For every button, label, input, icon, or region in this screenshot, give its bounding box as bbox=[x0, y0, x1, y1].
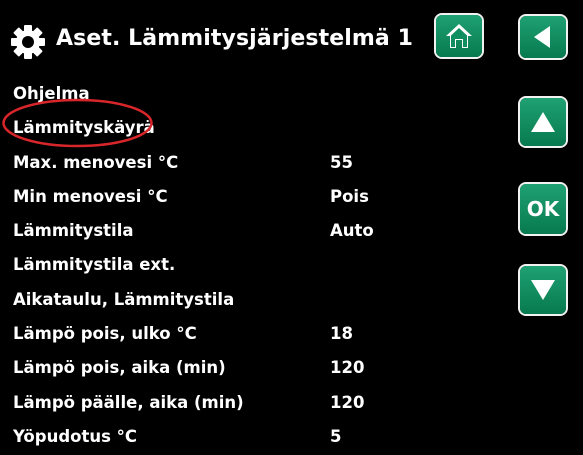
scroll-down-button[interactable] bbox=[520, 266, 566, 314]
home-icon bbox=[446, 24, 472, 48]
ok-label: OK bbox=[526, 197, 560, 221]
menu-item-lampo-paalle-aika[interactable]: Lämpö päälle, aika (min) 120 bbox=[0, 387, 510, 421]
page-title: Aset. Lämmitysjärjestelmä 1 bbox=[56, 26, 413, 51]
menu-item-aikataulu[interactable]: Aikataulu, Lämmitystila bbox=[0, 284, 510, 318]
menu-item-value: 120 bbox=[330, 358, 365, 378]
header-bar: Aset. Lämmitysjärjestelmä 1 bbox=[0, 0, 583, 78]
menu-item-value: 120 bbox=[330, 392, 365, 412]
menu-item-max-menovesi[interactable]: Max. menovesi °C 55 bbox=[0, 147, 510, 181]
menu-item-lampo-pois-ulko[interactable]: Lämpö pois, ulko °C 18 bbox=[0, 318, 510, 352]
menu-item-lammitystila-ext[interactable]: Lämmitystila ext. bbox=[0, 249, 510, 283]
menu-item-value: 18 bbox=[330, 324, 353, 344]
back-arrow-icon bbox=[534, 26, 550, 48]
menu-item-lammitystila[interactable]: Lämmitystila Auto bbox=[0, 215, 510, 249]
menu-item-label: Aikataulu, Lämmitystila bbox=[13, 289, 235, 309]
menu-item-label: Lämmitystila bbox=[13, 221, 134, 241]
scroll-up-button[interactable] bbox=[520, 98, 566, 146]
menu-item-value: Pois bbox=[330, 186, 369, 206]
menu-item-label: Lämmitystila ext. bbox=[13, 255, 176, 275]
menu-item-label: Min menovesi °C bbox=[13, 186, 168, 206]
menu-item-label: Yöpudotus °C bbox=[13, 426, 138, 446]
gear-icon bbox=[11, 25, 45, 59]
highlight-ellipse bbox=[2, 98, 153, 148]
menu-item-value: Auto bbox=[330, 221, 374, 241]
menu-item-value: 55 bbox=[330, 152, 353, 172]
menu-item-label: Lämpö pois, aika (min) bbox=[13, 358, 226, 378]
menu-item-min-menovesi[interactable]: Min menovesi °C Pois bbox=[0, 181, 510, 215]
up-arrow-icon bbox=[531, 112, 555, 132]
home-button[interactable] bbox=[436, 15, 482, 57]
menu-item-yopudotus[interactable]: Yöpudotus °C 5 bbox=[0, 421, 510, 455]
menu-item-value: 5 bbox=[330, 426, 342, 446]
menu-item-label: Lämpö pois, ulko °C bbox=[13, 324, 197, 344]
down-arrow-icon bbox=[531, 280, 555, 300]
menu-item-label: Max. menovesi °C bbox=[13, 152, 179, 172]
menu-item-lampo-pois-aika[interactable]: Lämpö pois, aika (min) 120 bbox=[0, 352, 510, 386]
ok-button[interactable]: OK bbox=[520, 184, 566, 234]
menu-item-label: Lämpö päälle, aika (min) bbox=[13, 392, 244, 412]
back-button[interactable] bbox=[520, 16, 566, 58]
